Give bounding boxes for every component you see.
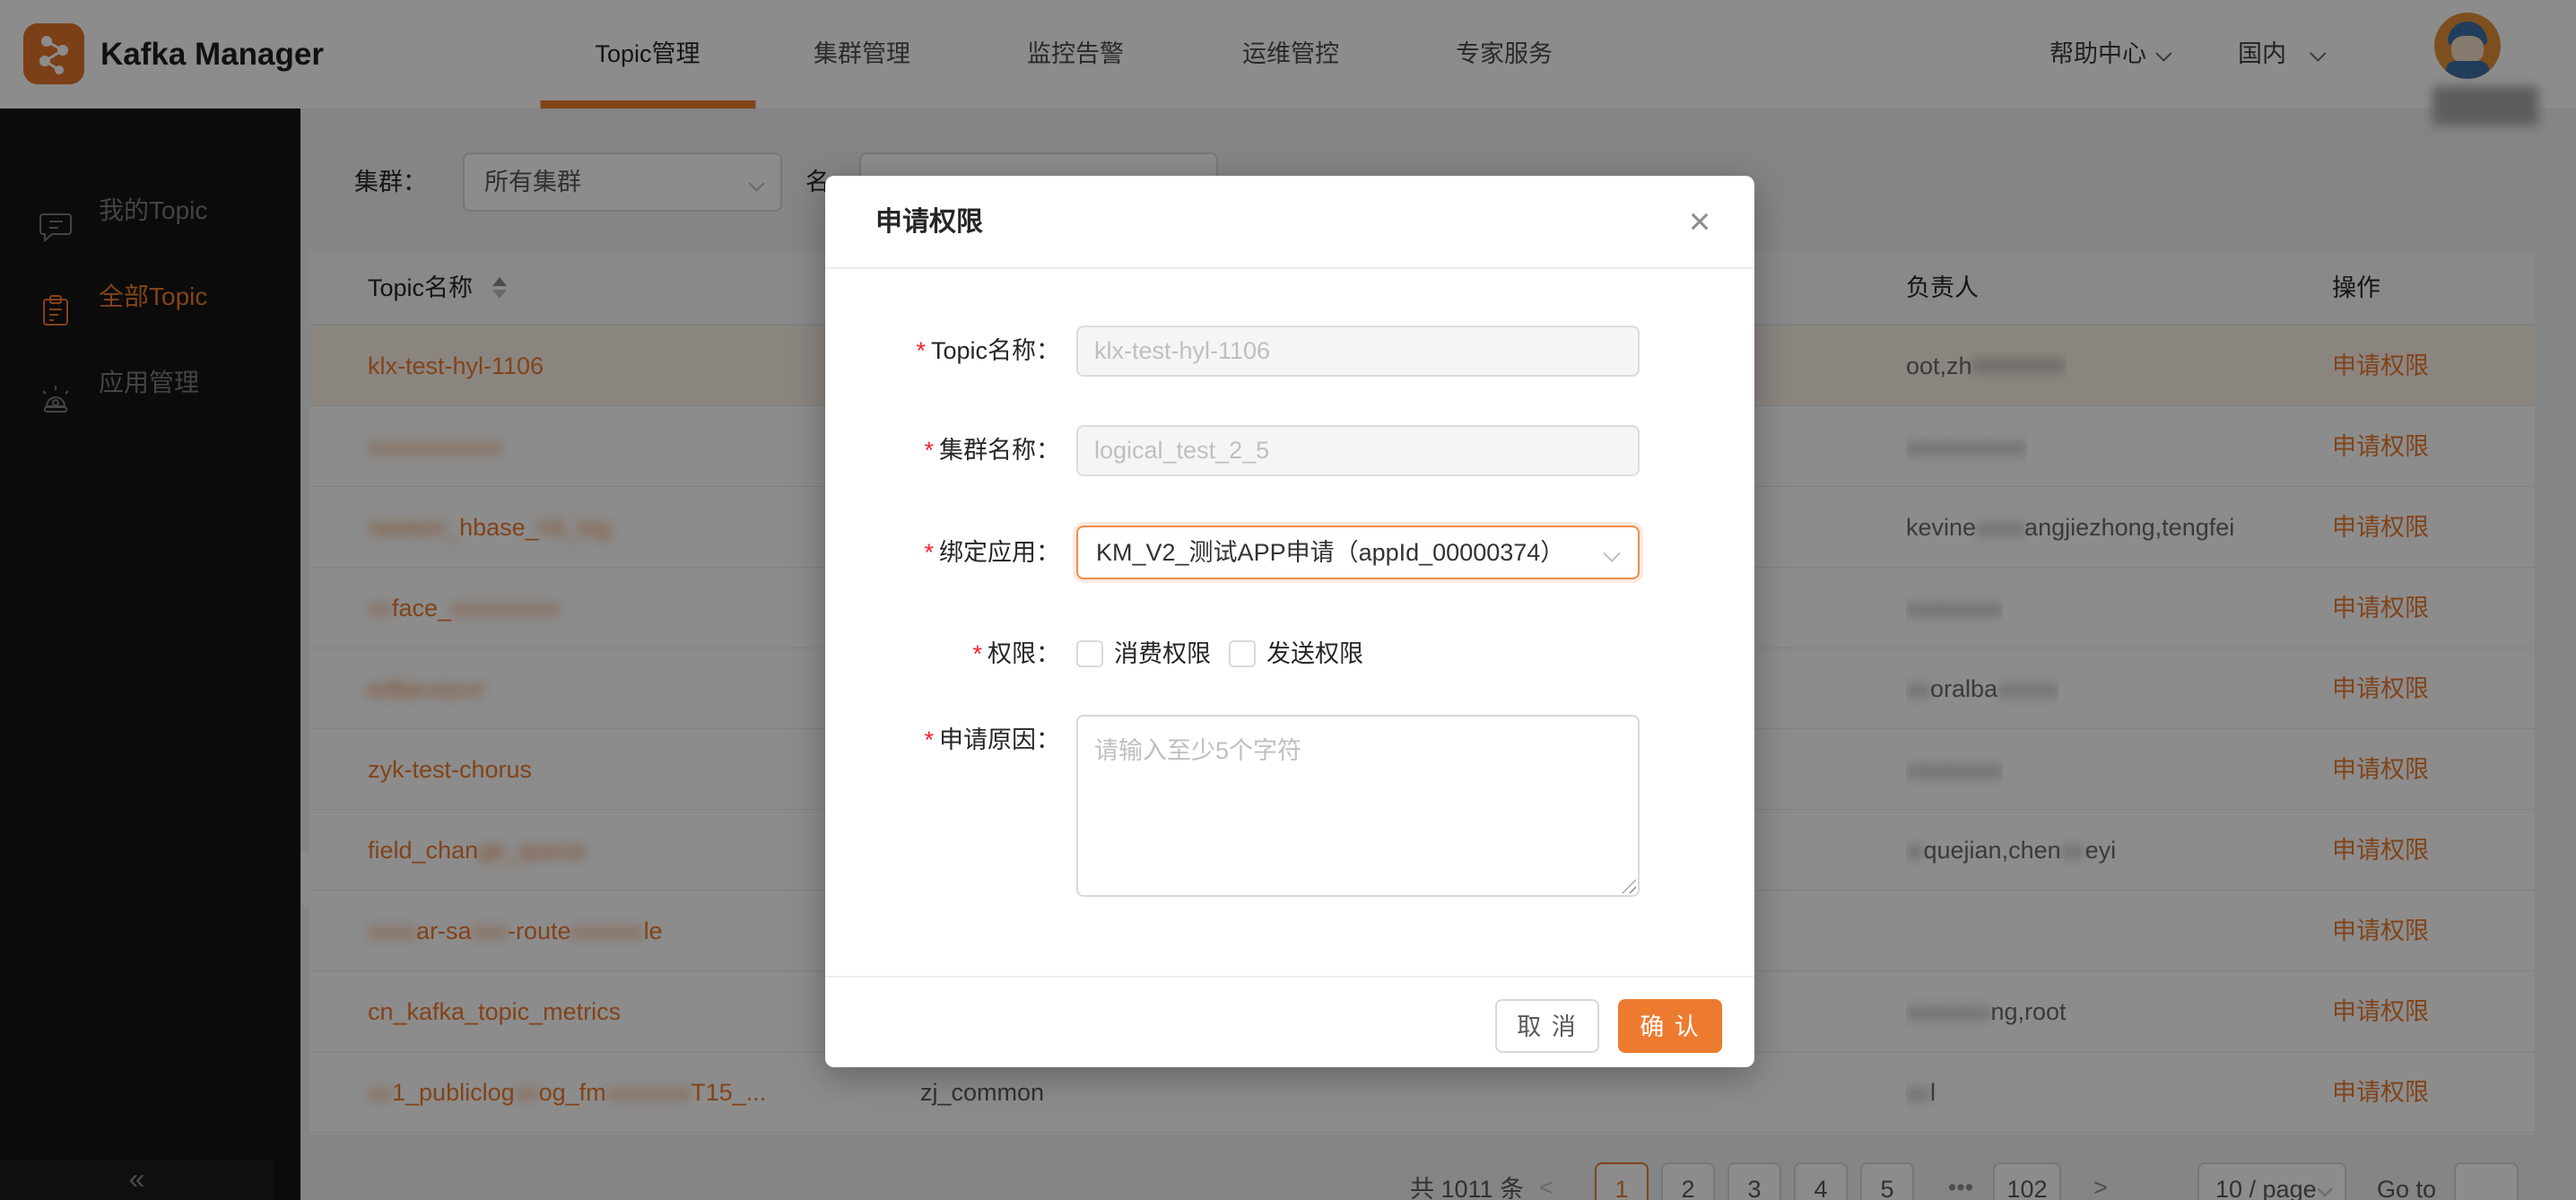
modal-title: 申请权限 xyxy=(875,176,983,269)
consume-permission-label[interactable]: 消费权限 xyxy=(1114,640,1211,667)
send-permission-checkbox[interactable] xyxy=(1229,640,1256,667)
apply-reason-label: *申请原因： xyxy=(825,726,1060,753)
confirm-button[interactable]: 确 认 xyxy=(1618,999,1722,1053)
app-screen: Kafka Manager Topic管理 集群管理 监控告警 运维管控 专家服… xyxy=(0,0,2576,1200)
permission-label: *权限： xyxy=(825,640,1060,667)
required-asterisk: * xyxy=(924,437,934,464)
required-asterisk: * xyxy=(916,337,926,364)
topic-name-input-disabled: klx-test-hyl-1106 xyxy=(1076,326,1640,377)
chevron-down-icon xyxy=(1603,544,1621,562)
cancel-button[interactable]: 取 消 xyxy=(1495,999,1599,1053)
cluster-name-label: *集群名称： xyxy=(825,425,1060,476)
apply-reason-textarea[interactable]: 请输入至少5个字符 xyxy=(1076,715,1640,897)
apply-permission-modal: 申请权限 × *Topic名称： klx-test-hyl-1106 *集群名称… xyxy=(825,176,1754,1067)
modal-header: 申请权限 × xyxy=(825,176,1754,269)
topic-name-label: *Topic名称： xyxy=(825,326,1060,377)
modal-footer: 取 消 确 认 xyxy=(825,976,1754,1067)
required-asterisk: * xyxy=(972,640,982,667)
close-icon[interactable]: × xyxy=(1677,199,1722,244)
bind-app-label: *绑定应用： xyxy=(825,526,1060,579)
cluster-name-input-disabled: logical_test_2_5 xyxy=(1076,425,1640,476)
send-permission-label[interactable]: 发送权限 xyxy=(1266,640,1363,667)
required-asterisk: * xyxy=(924,539,934,566)
required-asterisk: * xyxy=(924,726,934,753)
bind-app-select[interactable]: KM_V2_测试APP申请（appId_00000374） xyxy=(1076,526,1640,579)
consume-permission-checkbox[interactable] xyxy=(1076,640,1103,667)
